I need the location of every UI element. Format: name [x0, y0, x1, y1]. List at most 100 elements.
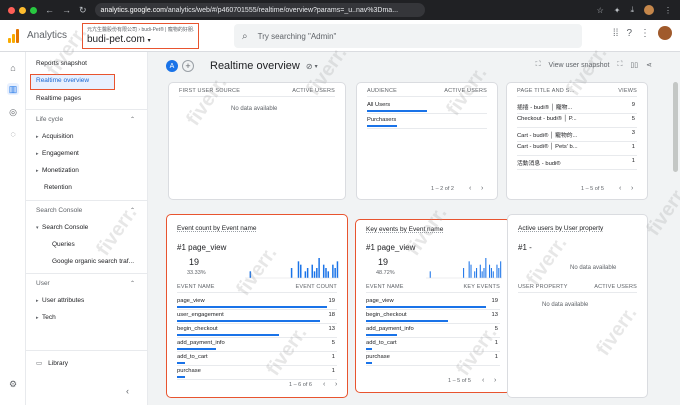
row-value-bar [177, 334, 279, 336]
chevron-down-icon[interactable]: ▾ [315, 63, 318, 70]
table-row-value: 13 [491, 312, 498, 318]
sidebar-item-retention[interactable]: Retention [44, 184, 72, 191]
table-row-value: 19 [491, 298, 498, 304]
sparkline-bar [327, 271, 330, 278]
sparkline-bar [318, 258, 320, 278]
add-comparison-button[interactable]: + [182, 60, 194, 72]
comparison-chip[interactable]: A [166, 60, 178, 72]
table-row-label: user_engagement [177, 312, 224, 318]
table-row-label: add_payment_info [177, 340, 225, 346]
header-divider [367, 96, 487, 97]
help-icon[interactable]: ? [626, 28, 632, 39]
chevron-up-icon[interactable]: ⌃ [130, 280, 135, 287]
star-icon[interactable]: ☆ [597, 6, 604, 15]
search-input[interactable]: ⌕ Try searching "Admin" [234, 24, 582, 48]
sparkline-bar [474, 271, 476, 278]
status-check-icon[interactable]: ⊘ [306, 62, 313, 71]
event-count-title[interactable]: Event count by Event name [177, 225, 257, 232]
sidebar-item-tech[interactable]: ▸ Tech [36, 314, 56, 321]
sidebar-section-search-console[interactable]: Search Console [36, 207, 82, 214]
sidebar-item-reports-snapshot[interactable]: Reports snapshot [36, 60, 87, 67]
sidebar-item-monetization[interactable]: ▸ Monetization [36, 167, 79, 174]
profile-icon[interactable] [644, 5, 654, 15]
row-value-bar [366, 320, 448, 322]
table-row-label: Cart - budi® │ 寵物的... [517, 133, 578, 139]
top-event-label: #1 page_view [177, 243, 227, 252]
apps-grid-icon[interactable]: ⁞⁞ [613, 28, 619, 39]
header-divider [177, 292, 337, 293]
sidebar-item-search-console[interactable]: ▾ Search Console [36, 224, 88, 231]
prev-page-icon[interactable]: ‹ [619, 185, 621, 192]
row-divider [177, 379, 337, 380]
explore-icon[interactable]: ◎ [7, 106, 19, 118]
sidebar-section-user[interactable]: User [36, 280, 50, 287]
vertical-scrollbar[interactable] [673, 82, 678, 172]
table-row-label: 插插 - budi® │ 寵物... [517, 105, 573, 111]
sidebar-item-acquisition[interactable]: ▸ Acquisition [36, 133, 73, 140]
row-divider [367, 128, 487, 129]
next-page-icon[interactable]: › [481, 185, 483, 192]
sparkline-bar [468, 261, 470, 278]
browser-menu-icon[interactable]: ⋮ [664, 6, 672, 15]
sidebar-divider [26, 200, 148, 201]
key-event-sparkline [426, 258, 502, 279]
sidebar-item-organic-search[interactable]: Google organic search traf... [52, 258, 134, 265]
row-divider [177, 309, 337, 310]
top-key-event-percent: 48.72% [376, 270, 395, 276]
sparkline-bar [490, 268, 492, 278]
sidebar-item-engagement[interactable]: ▸ Engagement [36, 150, 79, 157]
admin-gear-icon[interactable]: ⚙ [7, 378, 19, 390]
address-bar[interactable]: analytics.google.com/analytics/web/#/p46… [94, 3, 425, 17]
top-event-value: 19 [189, 257, 200, 267]
top-user-property-label: #1 - [518, 243, 532, 252]
sparkline-bar [313, 271, 316, 278]
sparkline-bar [489, 264, 491, 278]
sparkline-bar [492, 271, 494, 278]
forward-icon[interactable]: → [62, 5, 71, 16]
reload-icon[interactable]: ↻ [79, 5, 87, 16]
share-icon[interactable]: ⋖ [646, 61, 652, 69]
monetization-label: Monetization [42, 167, 79, 174]
back-icon[interactable]: ← [45, 5, 54, 16]
row-divider [517, 127, 637, 128]
sidebar-item-realtime-pages[interactable]: Realtime pages [36, 95, 81, 102]
chevron-up-icon[interactable]: ⌃ [130, 116, 135, 123]
prev-page-icon[interactable]: ‹ [323, 381, 325, 388]
collapse-sidebar-icon[interactable]: ‹ [126, 386, 129, 396]
sidebar-section-life-cycle[interactable]: Life cycle [36, 116, 63, 123]
prev-page-icon[interactable]: ‹ [469, 185, 471, 192]
next-page-icon[interactable]: › [494, 377, 496, 384]
extensions-icon[interactable]: ✦ [614, 6, 621, 15]
sidebar-item-library[interactable]: ▭ Library [36, 359, 68, 367]
next-page-icon[interactable]: › [335, 381, 337, 388]
reports-icon[interactable]: ▥ [7, 83, 19, 95]
row-divider [366, 323, 500, 324]
prev-page-icon[interactable]: ‹ [482, 377, 484, 384]
fullscreen-icon[interactable]: ⛶ [618, 61, 623, 69]
user-property-title[interactable]: Active users by User property [518, 225, 603, 232]
row-divider [517, 169, 637, 170]
avatar[interactable] [658, 26, 672, 40]
maximize-window-button[interactable] [30, 6, 37, 14]
sidebar-item-queries[interactable]: Queries [52, 241, 75, 248]
header-divider [517, 96, 637, 97]
compare-columns-icon[interactable]: ▯▯ [630, 61, 638, 69]
next-page-icon[interactable]: › [631, 185, 633, 192]
more-vert-icon[interactable]: ⋮ [640, 28, 650, 39]
browser-toolbar: ← → ↻ analytics.google.com/analytics/web… [0, 0, 680, 20]
advertising-icon[interactable]: ◌ [7, 128, 19, 140]
user-snapshot-icon[interactable]: ⛶ [536, 61, 541, 69]
close-window-button[interactable] [8, 6, 15, 14]
folder-icon: ▭ [36, 360, 43, 367]
view-user-snapshot-button[interactable]: View user snapshot [549, 62, 610, 69]
sidebar-item-user-attributes[interactable]: ▸ User attributes [36, 297, 84, 304]
key-events-title[interactable]: Key events by Event name [366, 226, 443, 233]
minimize-window-button[interactable] [19, 6, 26, 14]
home-icon[interactable]: ⌂ [7, 62, 19, 74]
search-icon: ⌕ [242, 30, 248, 42]
row-value-bar [367, 110, 427, 112]
property-selector[interactable]: 元亢生醫股份有限公司 › budi-Pet® | 寵物的好朋... budi-p… [82, 23, 199, 49]
chevron-up-icon[interactable]: ⌃ [130, 207, 135, 214]
sparkline-bar [479, 264, 481, 278]
download-icon[interactable]: ⤓ [630, 5, 634, 15]
